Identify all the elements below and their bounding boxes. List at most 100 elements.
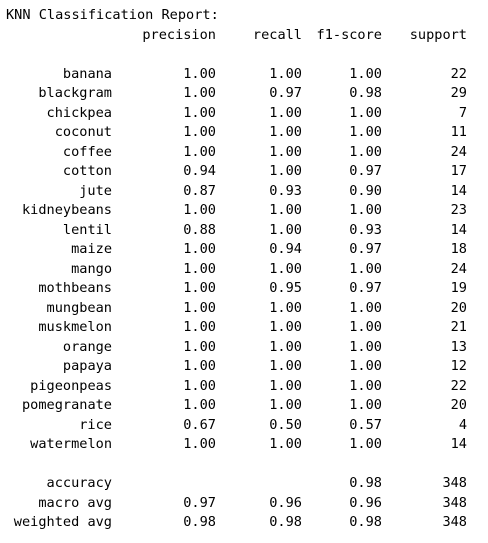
header-recall: recall	[252, 26, 302, 43]
row-f1-score: 1.00	[349, 397, 382, 413]
row-recall: 1.00	[269, 299, 302, 316]
row-label: jute	[79, 182, 112, 199]
row-recall: 1.00	[269, 163, 302, 179]
row-support: 23	[450, 202, 467, 218]
row-precision: 0.67	[183, 416, 216, 433]
row-label: blackgram	[38, 85, 112, 101]
row-f1-score: 1.00	[349, 436, 382, 452]
table-row: cotton 0.94 1.00 0.97 17	[0, 162, 488, 182]
table-row: papaya 1.00 1.00 1.00 12	[0, 357, 488, 377]
row-support: 14	[450, 221, 467, 238]
row-recall: 1.00	[269, 202, 302, 218]
table-row: coconut 1.00 1.00 1.00 11	[0, 123, 488, 143]
row-recall: 1.00	[269, 436, 302, 452]
row-precision: 1.00	[183, 260, 216, 277]
row-f1-score: 1.00	[349, 358, 382, 374]
row-precision: 1.00	[183, 241, 216, 257]
table-row: banana 1.00 1.00 1.00 22	[0, 65, 488, 85]
row-label: pomegranate	[21, 397, 112, 413]
row-f1-score: 1.00	[349, 319, 382, 335]
row-precision: 0.87	[183, 182, 216, 199]
table-row: mango 1.00 1.00 1.00 24	[0, 260, 488, 280]
row-f1-score: 1.00	[349, 202, 382, 218]
row-support: 18	[450, 241, 467, 257]
row-f1-score: 0.97	[349, 241, 382, 257]
row-precision: 1.00	[183, 338, 216, 355]
header-precision: precision	[142, 26, 216, 43]
row-label: mothbeans	[38, 280, 112, 296]
row-recall: 1.00	[269, 260, 302, 277]
row-precision: 1.00	[183, 65, 216, 82]
row-f1-score: 0.90	[349, 182, 382, 199]
header-row: precision recall f1-score support	[0, 26, 488, 46]
row-precision: 1.00	[183, 280, 216, 296]
row-support: 19	[450, 280, 467, 296]
row-recall: 1.00	[269, 358, 302, 374]
row-label: muskmelon	[38, 319, 112, 335]
table-row: watermelon 1.00 1.00 1.00 14	[0, 435, 488, 455]
report-title: KNN Classification Report:	[6, 7, 219, 23]
table-row: lentil 0.88 1.00 0.93 14	[0, 221, 488, 241]
table-row: muskmelon 1.00 1.00 1.00 21	[0, 318, 488, 338]
row-f1-score: 1.00	[349, 65, 382, 82]
table-row: jute 0.87 0.93 0.90 14	[0, 182, 488, 202]
row-label: coconut	[54, 124, 112, 140]
row-recall: 1.00	[269, 104, 302, 121]
summary-row: weighted avg 0.98 0.98 0.98 348	[0, 513, 488, 533]
row-f1-score: 1.00	[349, 124, 382, 140]
row-support: 24	[450, 143, 467, 160]
row-recall: 1.00	[269, 143, 302, 160]
row-label: orange	[62, 338, 112, 355]
table-row: blackgram 1.00 0.97 0.98 29	[0, 84, 488, 104]
row-support: 348	[442, 514, 467, 530]
row-support: 13	[450, 338, 467, 355]
row-precision: 0.94	[183, 163, 216, 179]
row-support: 17	[450, 163, 467, 179]
row-precision: 1.00	[183, 104, 216, 121]
table-row: pomegranate 1.00 1.00 1.00 20	[0, 396, 488, 416]
row-f1-score: 0.57	[349, 416, 382, 433]
row-recall: 0.95	[269, 280, 302, 296]
row-precision: 1.00	[183, 299, 216, 316]
table-row: maize 1.00 0.94 0.97 18	[0, 240, 488, 260]
header-support: support	[409, 26, 467, 43]
row-recall: 1.00	[269, 319, 302, 335]
row-precision: 1.00	[183, 143, 216, 160]
row-f1-score: 0.93	[349, 221, 382, 238]
row-precision: 0.88	[183, 221, 216, 238]
row-recall: 0.96	[269, 494, 302, 511]
row-recall: 0.98	[269, 514, 302, 530]
row-support: 22	[450, 65, 467, 82]
row-support: 20	[450, 299, 467, 316]
row-precision: 1.00	[183, 377, 216, 394]
row-f1-score: 0.98	[349, 475, 382, 491]
row-recall: 0.93	[269, 182, 302, 199]
header-f1-score: f1-score	[316, 26, 382, 43]
table-row: coffee 1.00 1.00 1.00 24	[0, 143, 488, 163]
row-label: cotton	[62, 163, 112, 179]
row-label: accuracy	[46, 475, 112, 491]
row-support: 22	[450, 377, 467, 394]
table-row: kidneybeans 1.00 1.00 1.00 23	[0, 201, 488, 221]
row-recall: 0.97	[269, 85, 302, 101]
row-label: mango	[71, 260, 112, 277]
row-f1-score: 1.00	[349, 143, 382, 160]
row-f1-score: 0.98	[349, 514, 382, 530]
row-support: 14	[450, 182, 467, 199]
row-precision: 1.00	[183, 319, 216, 335]
row-precision: 1.00	[183, 358, 216, 374]
row-recall: 1.00	[269, 221, 302, 238]
row-support: 7	[458, 104, 467, 121]
row-support: 24	[450, 260, 467, 277]
row-support: 21	[450, 319, 467, 335]
row-precision: 0.97	[183, 494, 216, 511]
classification-report: KNN Classification Report: precision rec…	[0, 0, 488, 543]
row-f1-score: 1.00	[349, 338, 382, 355]
row-label: chickpea	[46, 104, 112, 121]
row-f1-score: 0.97	[349, 163, 382, 179]
row-f1-score: 0.96	[349, 494, 382, 511]
row-f1-score: 1.00	[349, 104, 382, 121]
row-f1-score: 1.00	[349, 377, 382, 394]
row-recall: 1.00	[269, 377, 302, 394]
row-label: mungbean	[46, 299, 112, 316]
